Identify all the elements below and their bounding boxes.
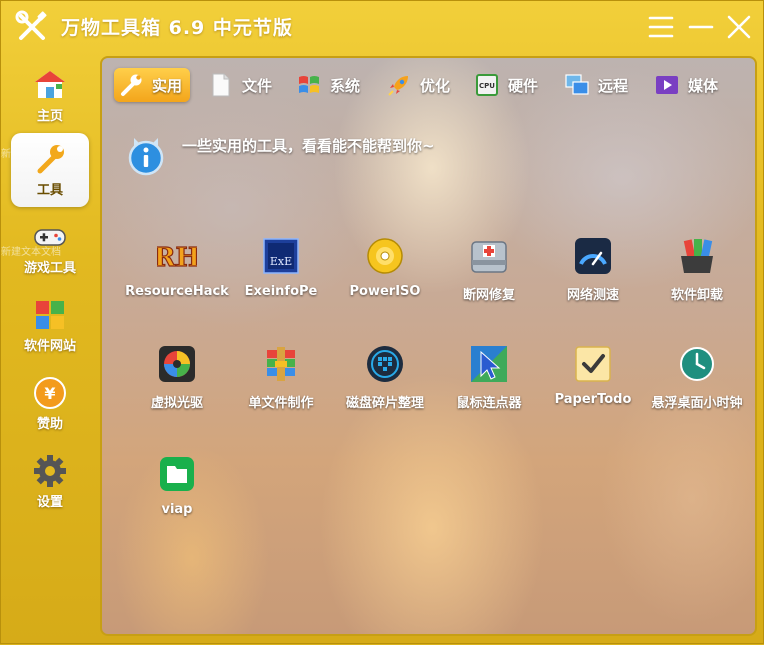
tool-label: ExeinfoPe [244,284,318,299]
tool-label: 虚拟光驱 [150,396,203,411]
speedometer-icon [575,238,611,274]
title-bar[interactable]: 万物工具箱 6.9 中元节版 [1,1,764,53]
uninstall-icon [681,239,713,273]
tab-label: 实用 [152,76,183,95]
svg-text:¥: ¥ [44,384,55,403]
tab-label: 文件 [242,76,273,95]
tool-label: viap [161,502,193,517]
tool-mouse-clicker[interactable]: 鼠标连点器 [434,344,544,424]
category-tabs: 实用 文件 系统 优化 CPU 硬件 远程 媒体 [110,66,750,106]
media-play-icon [656,76,678,94]
sidebar-item-label: 软件网站 [23,339,76,354]
remote-desktop-icon [565,74,589,95]
sidebar-item-label: 主页 [36,109,63,124]
tab-hardware[interactable]: CPU 硬件 [470,68,546,102]
checkbox-note-icon [575,346,611,382]
windows-flag-icon [299,76,319,93]
tab-remote[interactable]: 远程 [560,68,636,102]
sidebar-item-tools[interactable]: 工具 [11,133,89,207]
tab-label: 远程 [598,76,629,95]
sidebar-item-label: 设置 [36,495,63,510]
clock-icon [680,347,714,381]
sidebar-item-settings[interactable]: 设置 [11,445,89,519]
sidebar-item-software-sites[interactable]: 软件网站 [11,289,89,363]
tool-floating-clock[interactable]: 悬浮桌面小时钟 [642,344,752,424]
tool-exeinfope[interactable]: ExE ExeinfoPe [226,236,336,316]
tab-label: 优化 [420,76,451,95]
svg-text:ExE: ExE [270,255,292,268]
tab-system[interactable]: 系统 [292,68,368,102]
gear-icon [34,455,66,487]
tool-label: 磁盘碎片整理 [345,396,424,411]
minimize-icon[interactable] [687,13,715,41]
app-window: 万物工具箱 6.9 中元节版 新 新建文本文档 主页 工具 游戏工具 软件网站 … [0,0,764,644]
tool-label: 悬浮桌面小时钟 [651,396,743,411]
exeinfo-icon: ExE [263,238,299,274]
folder-icon [160,457,194,491]
cpu-icon: CPU [476,74,498,96]
network-repair-icon [471,241,507,273]
tool-speed-test[interactable]: 网络测速 [538,236,648,316]
tab-label: 媒体 [688,76,719,95]
archive-books-icon [267,347,295,381]
wrench-icon [121,74,142,96]
tool-label: PaperTodo [554,392,632,407]
tool-label: 单文件制作 [248,396,314,411]
info-icon [128,138,164,176]
home-icon [35,71,65,98]
tab-label: 系统 [330,76,361,95]
app-title: 万物工具箱 6.9 中元节版 [61,17,293,39]
sidebar-item-home[interactable]: 主页 [11,59,89,133]
rocket-icon [388,76,408,96]
sidebar-item-label: 赞助 [36,417,63,432]
tool-resourcehack[interactable]: RH ResourceHack [122,236,232,316]
svg-text:RH: RH [157,243,197,273]
tool-viap[interactable]: viap [122,454,232,534]
tool-label: 网络测速 [566,288,619,303]
tool-uninstall[interactable]: 软件卸载 [642,236,752,316]
gamepad-icon [34,229,66,246]
mouse-cursor-icon [471,346,507,382]
tool-label: PowerISO [349,284,421,299]
sidebar-item-label: 工具 [36,183,63,198]
tab-file[interactable]: 文件 [204,68,280,102]
tab-optimize[interactable]: 优化 [382,68,458,102]
tool-label: 软件卸载 [670,288,723,303]
tab-label: 硬件 [508,76,539,95]
windows-grid-icon [36,301,64,329]
resourcehack-icon: RH [157,242,197,273]
tool-label: ResourceHack [125,284,229,299]
close-icon[interactable] [725,13,753,41]
defrag-icon [367,346,403,382]
sidebar-item-sponsor[interactable]: ¥ 赞助 [11,367,89,441]
tool-single-file-maker[interactable]: 单文件制作 [226,344,336,424]
sidebar-item-game-tools[interactable]: 游戏工具 [11,211,89,285]
file-icon [212,73,230,97]
main-panel: 实用 文件 系统 优化 CPU 硬件 远程 媒体 一些实用的工具，看看能不能帮到… [100,56,757,636]
tool-network-repair[interactable]: 断网修复 [434,236,544,316]
virtual-drive-icon [159,346,195,382]
info-message: 一些实用的工具，看看能不能帮到你~ [182,137,435,155]
menu-icon[interactable] [647,13,675,41]
svg-text:CPU: CPU [479,82,495,90]
yen-coin-icon: ¥ [34,377,66,409]
disc-icon [367,238,403,274]
ghost-desktop-text: 新 [1,149,11,160]
tab-practical[interactable]: 实用 [114,68,191,102]
sidebar: 新 新建文本文档 主页 工具 游戏工具 软件网站 ¥ 赞助 设置 [1,53,101,645]
tool-label: 断网修复 [462,288,515,303]
tool-papertodo[interactable]: PaperTodo [538,344,648,424]
tools-logo-icon [15,10,47,40]
wrench-icon [37,145,64,174]
tab-media[interactable]: 媒体 [650,68,726,102]
tool-label: 鼠标连点器 [456,396,522,411]
tool-poweriso[interactable]: PowerISO [330,236,440,316]
sidebar-item-label: 游戏工具 [23,261,76,276]
tool-disk-defrag[interactable]: 磁盘碎片整理 [330,344,440,424]
tool-virtual-drive[interactable]: 虚拟光驱 [122,344,232,424]
